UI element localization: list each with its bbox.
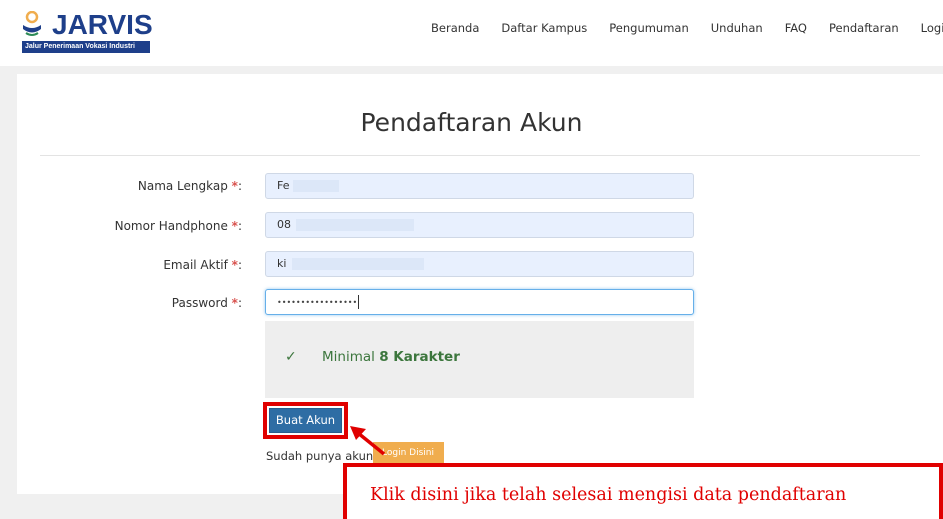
label-text: Nama Lengkap <box>137 179 228 193</box>
label-suffix: : <box>237 296 242 310</box>
check-icon: ✓ <box>285 349 297 365</box>
field-value: ki <box>277 257 287 270</box>
label-suffix: : <box>237 219 242 233</box>
label-email-aktif: Email Aktif *: <box>163 257 242 273</box>
nav-unduhan[interactable]: Unduhan <box>711 20 763 40</box>
callout-text: Klik disini jika telah selesai mengisi d… <box>370 485 847 505</box>
redacted-area <box>296 219 414 231</box>
label-nomor-handphone: Nomor Handphone *: <box>115 218 242 234</box>
redacted-area <box>292 258 424 270</box>
label-text: Email Aktif <box>163 258 228 272</box>
label-nama-lengkap: Nama Lengkap *: <box>138 178 242 194</box>
email-field[interactable]: ki <box>265 251 694 277</box>
label-text: Nomor Handphone <box>114 219 228 233</box>
submit-highlight-box: Buat Akun <box>263 402 348 439</box>
nav-login[interactable]: Login <box>921 20 943 40</box>
header: JARVIS Jalur Penerimaan Vokasi Industri … <box>0 0 943 66</box>
password-requirement-box: ✓ Minimal 8 Karakter <box>265 321 694 398</box>
annotation-callout: Klik disini jika telah selesai mengisi d… <box>343 463 943 519</box>
requirement-prefix: Minimal <box>322 349 375 365</box>
annotation-arrow-icon <box>350 426 386 456</box>
divider <box>40 155 920 156</box>
nav-pendaftaran[interactable]: Pendaftaran <box>829 20 899 40</box>
password-field[interactable]: ••••••••••••••••• <box>265 289 694 315</box>
field-value: Fe <box>277 179 290 192</box>
password-requirement-text: Minimal 8 Karakter <box>322 348 460 366</box>
nav-beranda[interactable]: Beranda <box>431 20 479 40</box>
main-nav: Beranda Daftar Kampus Pengumuman Unduhan… <box>431 20 943 40</box>
create-account-button[interactable]: Buat Akun <box>269 408 342 433</box>
label-suffix: : <box>237 179 242 193</box>
jarvis-logo[interactable]: JARVIS Jalur Penerimaan Vokasi Industri <box>14 9 153 53</box>
label-password: Password *: <box>172 295 242 311</box>
field-value: 08 <box>277 218 291 231</box>
field-value: ••••••••••••••••• <box>277 298 358 307</box>
page-title: Pendaftaran Akun <box>360 108 583 137</box>
redacted-area <box>293 180 339 192</box>
nav-faq[interactable]: FAQ <box>785 20 807 40</box>
nav-daftar-kampus[interactable]: Daftar Kampus <box>501 20 587 40</box>
logo-emblem-icon <box>23 11 41 36</box>
brand-tagline: Jalur Penerimaan Vokasi Industri <box>22 41 150 53</box>
label-suffix: : <box>237 258 242 272</box>
nama-lengkap-field[interactable]: Fe <box>265 173 694 199</box>
nav-pengumuman[interactable]: Pengumuman <box>609 20 689 40</box>
text-caret <box>358 295 360 309</box>
label-text: Password <box>171 296 228 310</box>
requirement-emphasis: 8 Karakter <box>379 349 460 365</box>
brand-name: JARVIS <box>52 9 153 40</box>
phone-field[interactable]: 08 <box>265 212 694 238</box>
